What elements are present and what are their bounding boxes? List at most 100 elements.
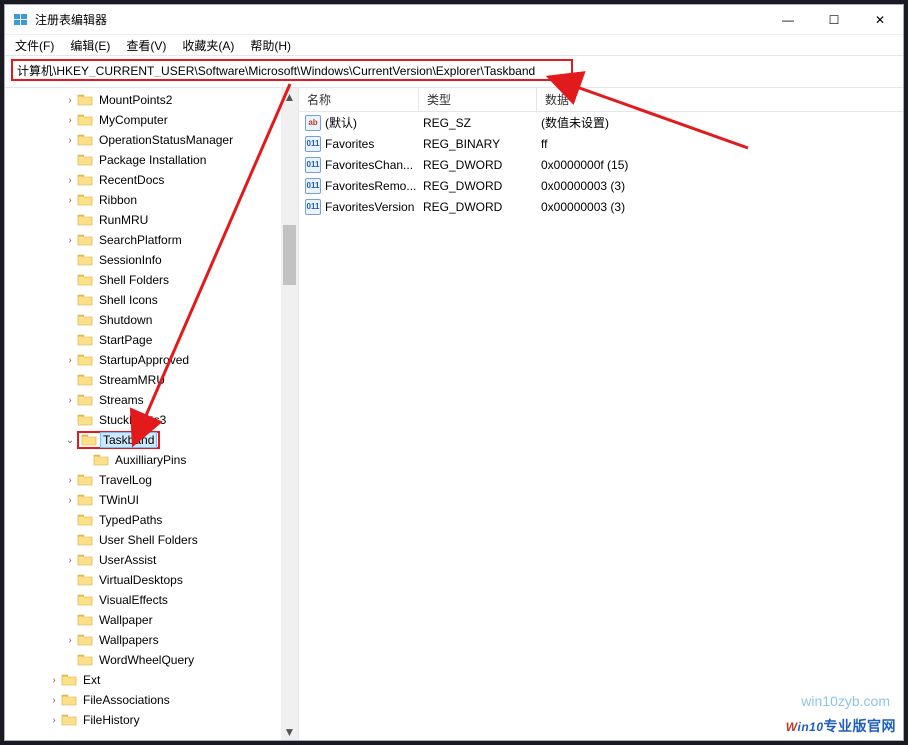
tree-item[interactable]: ›Package Installation (5, 150, 298, 170)
tree-item-label: Streams (97, 393, 146, 407)
tree-item-label: MyComputer (97, 113, 170, 127)
address-input[interactable] (17, 63, 567, 77)
folder-icon (77, 413, 93, 427)
tree-item[interactable]: › Wallpapers (5, 630, 298, 650)
tree-item[interactable]: ›MountPoints2 (5, 90, 298, 110)
list-row[interactable]: 011FavoritesRemo...REG_DWORD0x00000003 (… (299, 175, 903, 196)
chevron-right-icon[interactable]: › (63, 355, 77, 366)
list-row[interactable]: 011FavoritesVersionREG_DWORD0x00000003 (… (299, 196, 903, 217)
tree-item-label: Ribbon (97, 193, 139, 207)
tree-item[interactable]: ›User Shell Folders (5, 530, 298, 550)
tree-item[interactable]: ›Shutdown (5, 310, 298, 330)
tree-item[interactable]: ›Shell Folders (5, 270, 298, 290)
tree-item[interactable]: ›TypedPaths (5, 510, 298, 530)
chevron-right-icon[interactable]: › (47, 675, 61, 686)
tree-item[interactable]: ›RecentDocs (5, 170, 298, 190)
list-row[interactable]: 011FavoritesREG_BINARYff (299, 133, 903, 154)
menu-favorites[interactable]: 收藏夹(A) (174, 35, 242, 56)
tree-item[interactable]: › MyComputer (5, 110, 298, 130)
folder-icon (77, 493, 93, 507)
list-row[interactable]: ab(默认)REG_SZ(数值未设置) (299, 112, 903, 133)
tree-item-label: SearchPlatform (97, 233, 184, 247)
minimize-button[interactable]: — (765, 5, 811, 35)
binary-value-icon: 011 (305, 157, 321, 173)
column-data[interactable]: 数据 (537, 88, 903, 111)
maximize-icon: ☐ (829, 13, 840, 27)
tree-item[interactable]: ›VisualEffects (5, 590, 298, 610)
tree-item[interactable]: ›Ext (5, 670, 298, 690)
tree-item[interactable]: ›TravelLog (5, 470, 298, 490)
scroll-down-button[interactable]: ▼ (281, 723, 298, 740)
tree-item[interactable]: › FileAssociations (5, 690, 298, 710)
title-bar[interactable]: 注册表编辑器 — ☐ ✕ (5, 5, 903, 35)
list-header: 名称 类型 数据 (299, 88, 903, 112)
column-type[interactable]: 类型 (419, 88, 537, 111)
tree-item[interactable]: ›Shell Icons (5, 290, 298, 310)
folder-icon (77, 553, 93, 567)
tree-item[interactable]: ›VirtualDesktops (5, 570, 298, 590)
tree-item[interactable]: ›SessionInfo (5, 250, 298, 270)
scroll-track[interactable] (281, 105, 298, 723)
chevron-right-icon[interactable]: › (63, 195, 77, 206)
tree-item-label: Wallpapers (97, 633, 161, 647)
window-title: 注册表编辑器 (35, 11, 107, 28)
registry-editor-window: 注册表编辑器 — ☐ ✕ 文件(F) 编辑(E) 查看(V) 收藏夹(A) 帮助… (4, 4, 904, 741)
registry-tree[interactable]: ›MountPoints2›MyComputer›OperationStatus… (5, 88, 298, 732)
folder-icon (77, 373, 93, 387)
menu-help[interactable]: 帮助(H) (242, 35, 299, 56)
close-button[interactable]: ✕ (857, 5, 903, 35)
maximize-button[interactable]: ☐ (811, 5, 857, 35)
column-name[interactable]: 名称 (299, 88, 419, 111)
tree-item[interactable]: ›RunMRU (5, 210, 298, 230)
tree-item[interactable]: › UserAssist (5, 550, 298, 570)
tree-item[interactable]: ›StartPage (5, 330, 298, 350)
chevron-right-icon[interactable]: › (47, 695, 61, 706)
list-row[interactable]: 011FavoritesChan...REG_DWORD0x0000000f (… (299, 154, 903, 175)
tree-item[interactable]: ›OperationStatusManager (5, 130, 298, 150)
chevron-right-icon[interactable]: › (63, 495, 77, 506)
scroll-up-button[interactable]: ▲ (281, 88, 298, 105)
folder-icon (77, 653, 93, 667)
tree-item[interactable]: ›StuckRects3 (5, 410, 298, 430)
chevron-down-icon[interactable]: ⌄ (63, 435, 77, 446)
tree-item[interactable]: ›FileHistory (5, 710, 298, 730)
folder-icon (77, 333, 93, 347)
value-data: 0x00000003 (3) (541, 200, 903, 214)
chevron-right-icon[interactable]: › (63, 235, 77, 246)
chevron-right-icon[interactable]: › (63, 95, 77, 106)
chevron-right-icon[interactable]: › (47, 715, 61, 726)
chevron-right-icon[interactable]: › (63, 175, 77, 186)
tree-item-label: UserAssist (97, 553, 158, 567)
chevron-right-icon[interactable]: › (63, 115, 77, 126)
menu-view[interactable]: 查看(V) (118, 35, 174, 56)
menu-edit[interactable]: 编辑(E) (62, 35, 118, 56)
chevron-right-icon[interactable]: › (63, 635, 77, 646)
chevron-right-icon[interactable]: › (63, 555, 77, 566)
chevron-right-icon[interactable]: › (63, 395, 77, 406)
value-type: REG_DWORD (423, 179, 541, 193)
tree-item[interactable]: ›StartupApproved (5, 350, 298, 370)
tree-item-label: StartPage (97, 333, 154, 347)
binary-value-icon: 011 (305, 178, 321, 194)
tree-item[interactable]: ›WordWheelQuery (5, 650, 298, 670)
tree-item[interactable]: ›Wallpaper (5, 610, 298, 630)
tree-item[interactable]: › Streams (5, 390, 298, 410)
tree-item-label: FileAssociations (81, 693, 172, 707)
tree-item[interactable]: ›AuxilliaryPins (5, 450, 298, 470)
tree-item[interactable]: ›TWinUI (5, 490, 298, 510)
string-value-icon: ab (305, 115, 321, 131)
tree-item[interactable]: › Ribbon (5, 190, 298, 210)
tree-item-label: VirtualDesktops (97, 573, 185, 587)
tree-item-label: Shell Icons (97, 293, 160, 307)
tree-item[interactable]: ⌄Taskband (5, 430, 298, 450)
chevron-right-icon[interactable]: › (63, 475, 77, 486)
tree-item[interactable]: › SearchPlatform (5, 230, 298, 250)
chevron-right-icon[interactable]: › (63, 135, 77, 146)
folder-icon (77, 153, 93, 167)
tree-scrollbar[interactable]: ▲ ▼ (281, 88, 298, 740)
tree-item[interactable]: ›StreamMRU (5, 370, 298, 390)
menu-file[interactable]: 文件(F) (7, 35, 62, 56)
value-name: FavoritesRemo... (325, 179, 423, 193)
scroll-thumb[interactable] (283, 225, 296, 285)
value-type: REG_DWORD (423, 158, 541, 172)
